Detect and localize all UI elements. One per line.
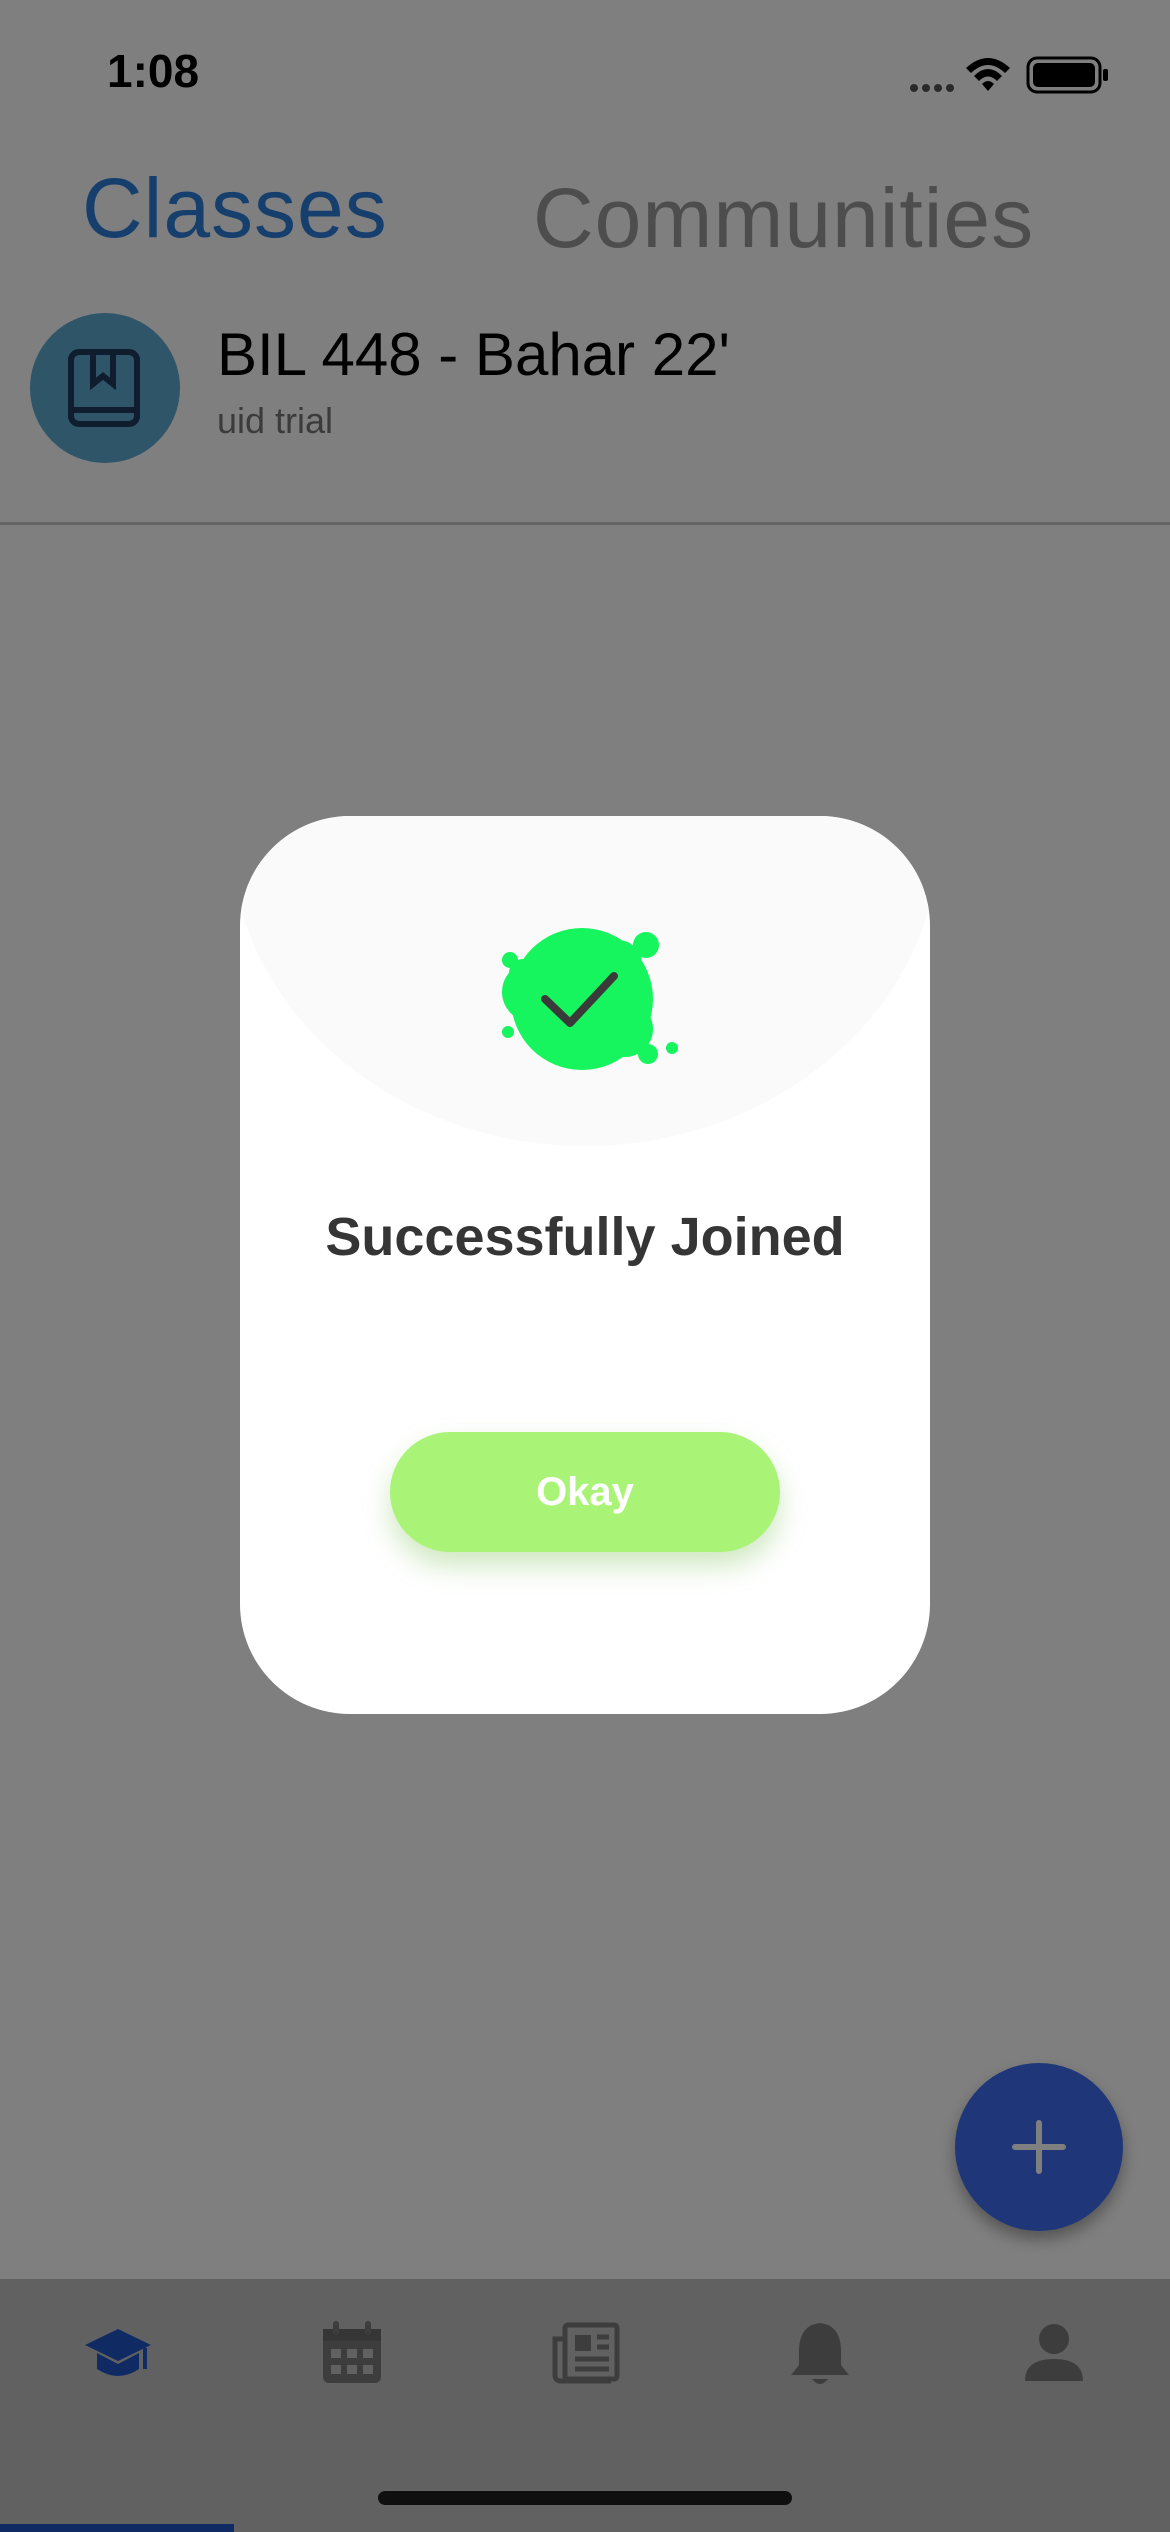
dialog-title: Successfully Joined bbox=[325, 1207, 845, 1267]
okay-button[interactable]: Okay bbox=[390, 1432, 780, 1552]
success-dialog: Successfully Joined Okay bbox=[240, 816, 930, 1714]
success-check-icon bbox=[502, 928, 678, 1070]
